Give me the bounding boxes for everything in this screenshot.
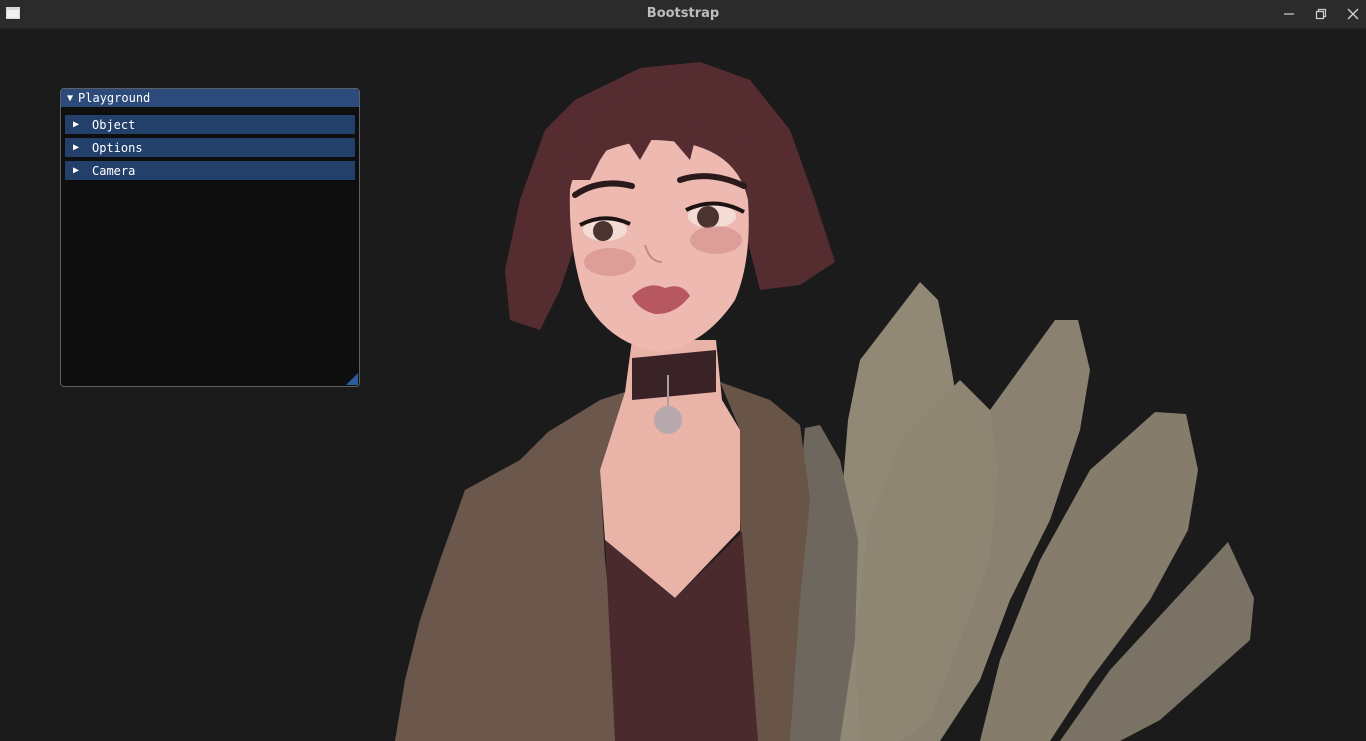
playground-panel-title: Playground xyxy=(78,91,151,105)
section-header-label: Options xyxy=(92,140,143,155)
resize-grip-icon[interactable] xyxy=(346,373,358,385)
expand-arrow-icon: ▶ xyxy=(73,119,80,130)
section-header-label: Camera xyxy=(92,163,136,178)
plant-leaves xyxy=(790,282,1254,741)
close-icon xyxy=(1347,8,1359,20)
restore-icon xyxy=(1315,8,1327,20)
window-title: Bootstrap xyxy=(646,6,720,21)
minimize-button[interactable] xyxy=(1278,4,1300,24)
collapse-arrow-icon[interactable]: ▼ xyxy=(67,93,73,104)
section-header-camera[interactable]: ▶ Camera xyxy=(65,161,355,180)
minimize-icon xyxy=(1284,13,1294,15)
playground-panel-titlebar[interactable]: ▼ Playground xyxy=(61,89,359,107)
render-viewport[interactable]: ▼ Playground ▶ Object ▶ Options ▶ Camera xyxy=(0,29,1366,741)
section-header-object[interactable]: ▶ Object xyxy=(65,115,355,134)
close-button[interactable] xyxy=(1342,4,1364,24)
section-header-options[interactable]: ▶ Options xyxy=(65,138,355,157)
section-header-label: Object xyxy=(92,117,136,132)
expand-arrow-icon: ▶ xyxy=(73,165,80,176)
window-titlebar: Bootstrap xyxy=(0,0,1366,29)
playground-panel[interactable]: ▼ Playground ▶ Object ▶ Options ▶ Camera xyxy=(60,88,360,387)
expand-arrow-icon: ▶ xyxy=(73,142,80,153)
maximize-button[interactable] xyxy=(1310,4,1332,24)
